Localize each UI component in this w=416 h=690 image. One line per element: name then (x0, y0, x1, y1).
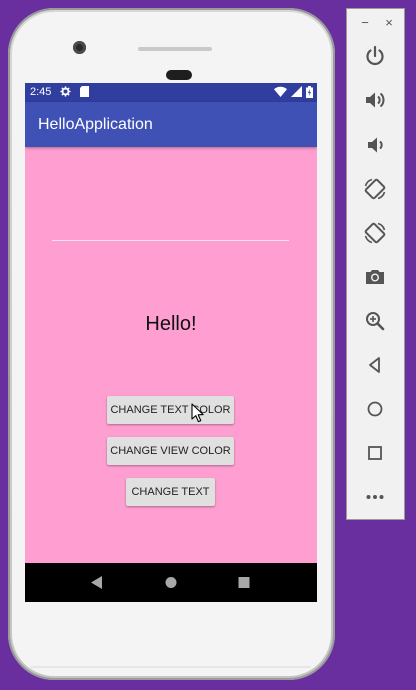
more-icon[interactable] (363, 485, 387, 509)
change-view-color-button[interactable]: CHANGE VIEW COLOR (107, 437, 234, 465)
camera-icon[interactable] (363, 265, 387, 289)
status-bar: 2:45 (25, 83, 317, 102)
system-navigation-bar (25, 563, 317, 602)
rotate-left-icon[interactable] (363, 177, 387, 201)
recent-square-icon (238, 577, 250, 588)
volume-down-icon[interactable] (363, 133, 387, 157)
power-icon[interactable] (363, 44, 387, 68)
app-toolbar: HelloApplication (25, 102, 317, 147)
back-icon[interactable] (363, 353, 387, 377)
cell-signal-icon (291, 86, 302, 99)
home-icon[interactable] (363, 397, 387, 421)
change-text-button[interactable]: CHANGE TEXT (126, 478, 215, 506)
sd-card-icon (80, 86, 89, 99)
hello-text-view: Hello! (145, 313, 197, 335)
zoom-icon[interactable] (363, 309, 387, 333)
emulator-toolbar: − × (346, 8, 405, 520)
edit-text-field[interactable] (52, 240, 289, 241)
volume-up-icon[interactable] (363, 88, 387, 112)
device-bottom-edge (30, 666, 311, 668)
home-circle-icon (165, 577, 177, 588)
change-text-color-button[interactable]: CHANGE TEXT COLOR (107, 396, 234, 424)
rotate-right-icon[interactable] (363, 221, 387, 245)
status-time: 2:45 (30, 86, 52, 98)
mouse-pointer-icon (191, 403, 204, 423)
nav-home-button[interactable] (156, 563, 186, 602)
close-window-button[interactable]: × (381, 15, 397, 31)
device-screen: 2:45 HelloApplication Hello! CHANGE TEXT… (25, 83, 317, 602)
overview-icon[interactable] (363, 441, 387, 465)
app-title: HelloApplication (38, 116, 153, 133)
front-camera (73, 41, 86, 54)
nav-back-button[interactable] (82, 563, 112, 602)
nav-recents-button[interactable] (229, 563, 259, 602)
sensor-cutout (166, 70, 192, 80)
settings-gear-icon (60, 86, 71, 99)
earpiece-speaker (138, 47, 212, 51)
back-triangle-icon (91, 576, 102, 589)
minimize-window-button[interactable]: − (357, 15, 373, 31)
battery-icon (306, 86, 313, 99)
wifi-icon (274, 86, 287, 99)
